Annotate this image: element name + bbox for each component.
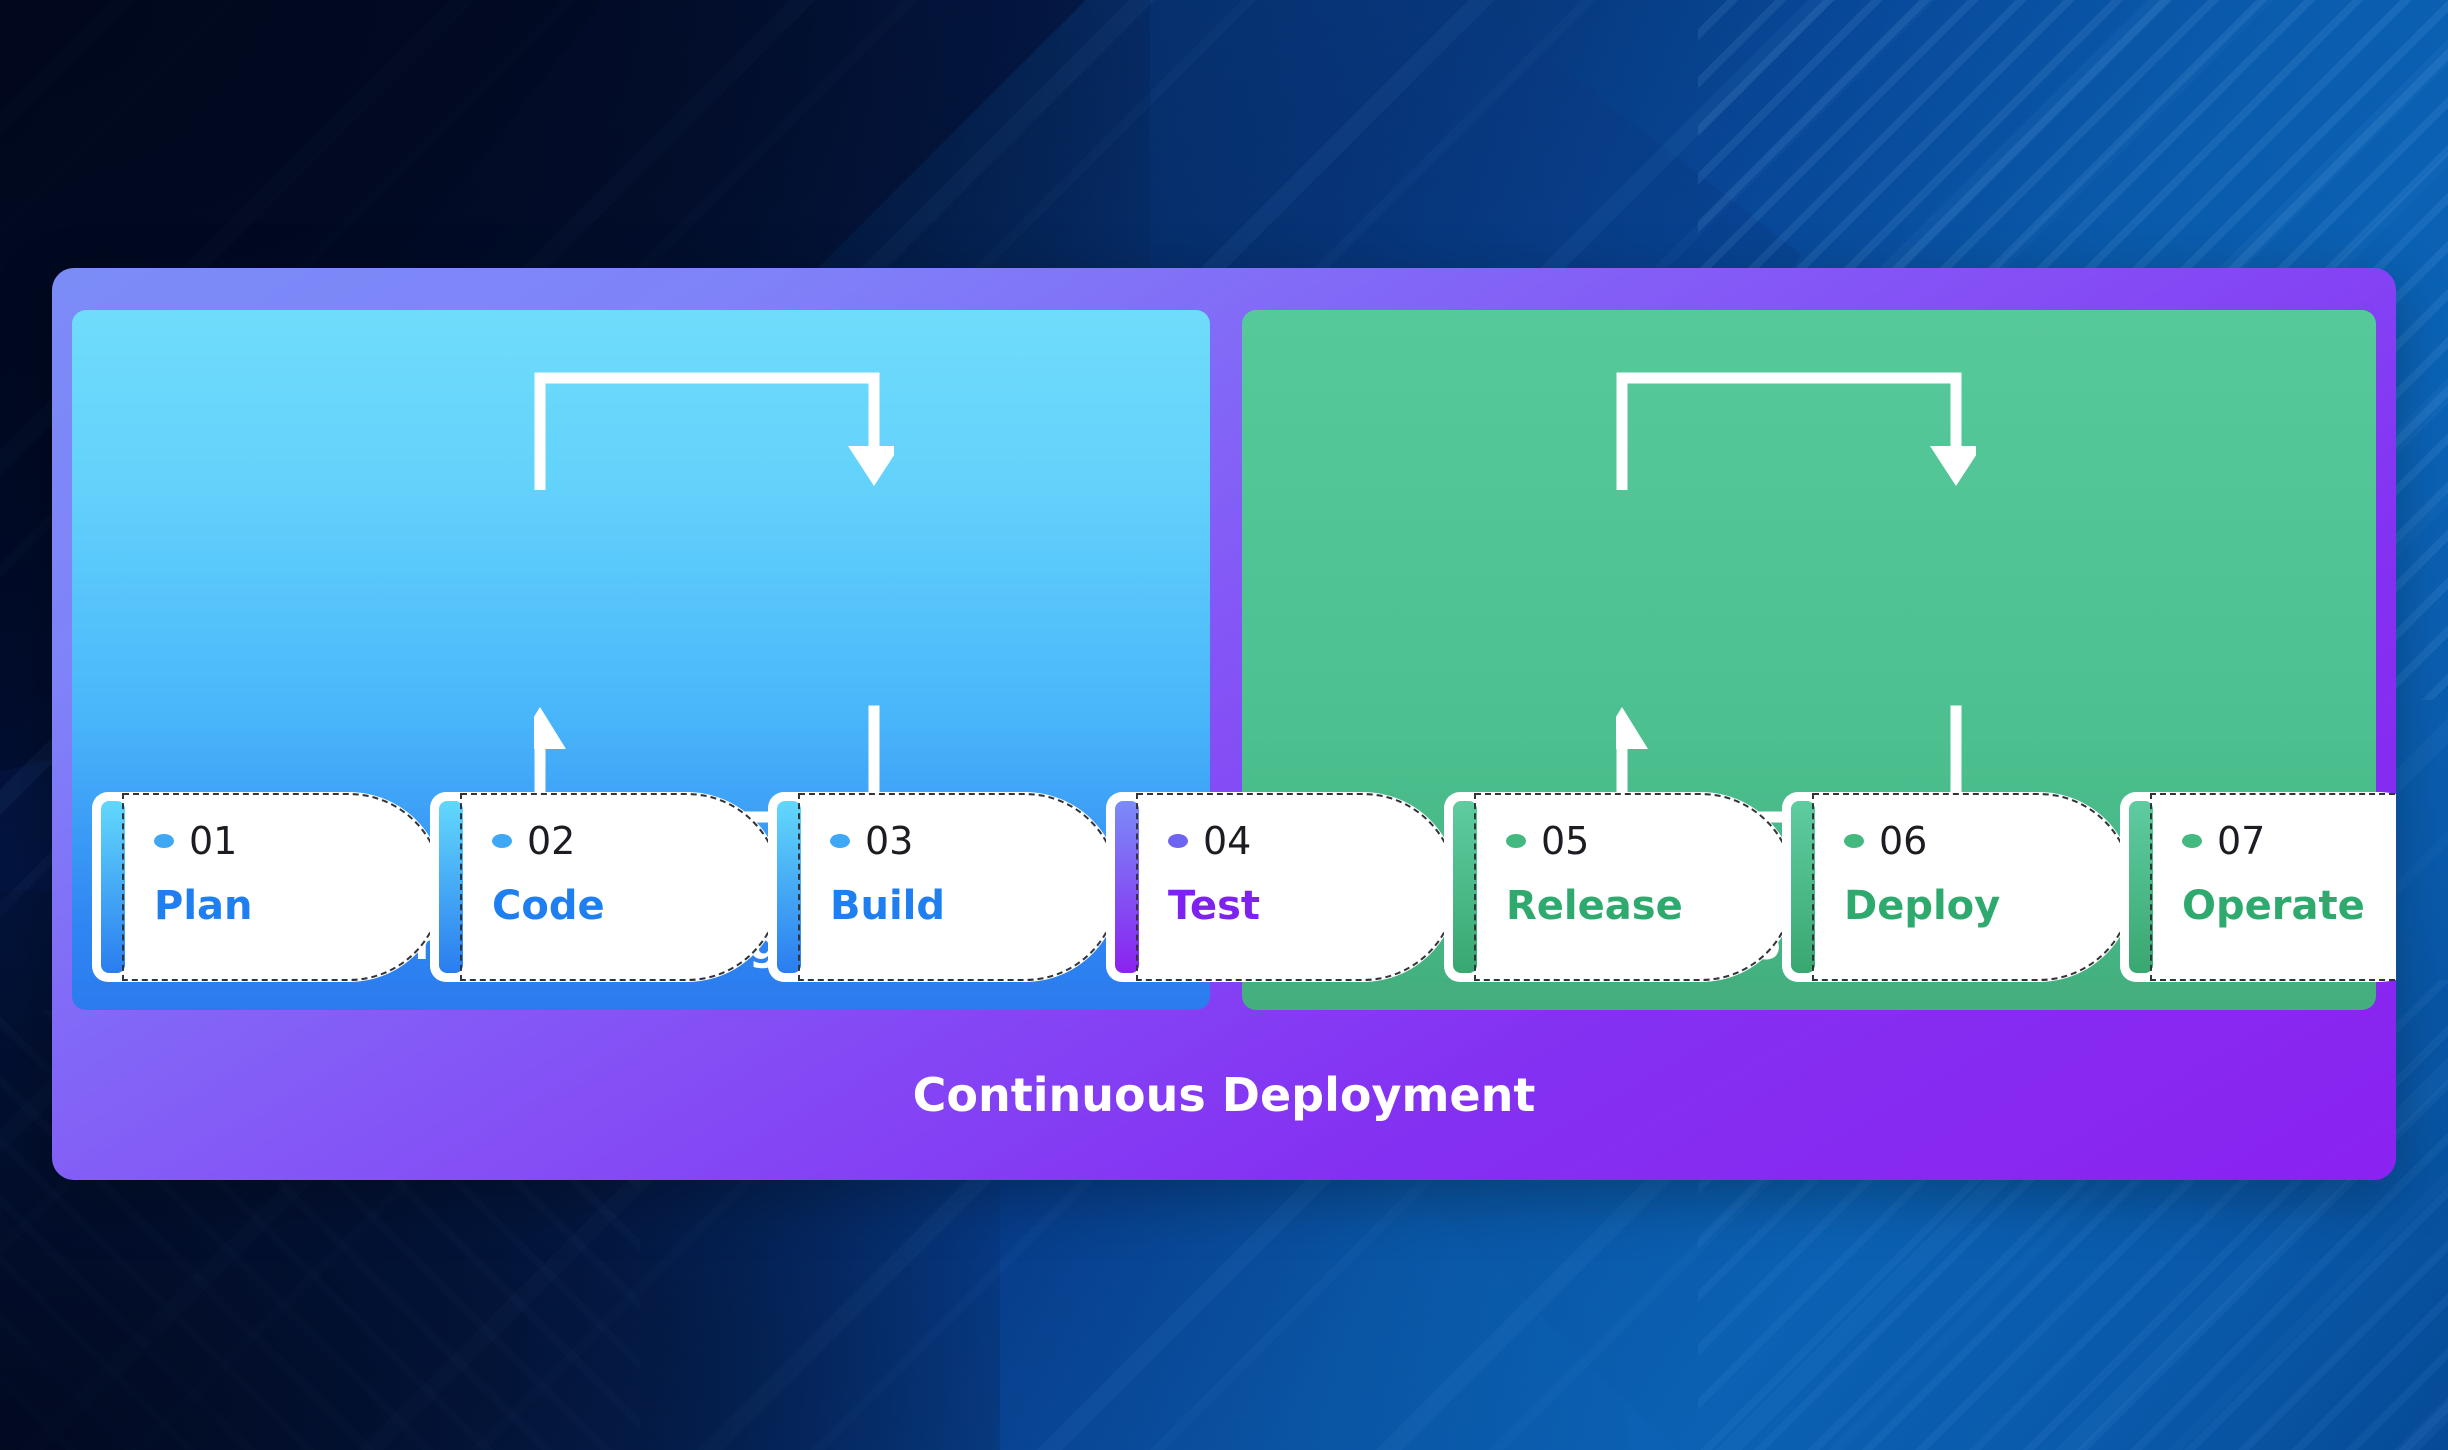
bullet-dot-icon xyxy=(830,834,850,848)
card-content: 02 Code xyxy=(492,822,605,926)
card-accent-bar xyxy=(777,801,801,973)
card-number: 02 xyxy=(527,819,576,863)
card-content: 06 Deploy xyxy=(1844,822,2000,926)
card-number: 03 xyxy=(865,819,914,863)
card-label: Plan xyxy=(154,883,253,929)
card-accent-bar xyxy=(2129,801,2153,973)
card-number-row: 03 xyxy=(830,822,945,860)
bullet-dot-icon xyxy=(492,834,512,848)
card-accent-bar xyxy=(1791,801,1815,973)
bullet-dot-icon xyxy=(1168,834,1188,848)
card-content: 01 Plan xyxy=(154,822,253,926)
bullet-dot-icon xyxy=(1506,834,1526,848)
card-number-row: 01 xyxy=(154,822,253,860)
card-accent-bar xyxy=(101,801,125,973)
stage-card-release[interactable]: 05 Release xyxy=(1444,792,1796,982)
cd-top-loop-arrow xyxy=(1616,372,1976,490)
card-number: 07 xyxy=(2217,819,2266,863)
bullet-dot-icon xyxy=(1844,834,1864,848)
card-number-row: 07 xyxy=(2182,822,2365,860)
continuous-deployment-container: Continuous Integration Continuous Delive… xyxy=(52,268,2396,1180)
card-point-shape xyxy=(292,792,444,982)
ci-top-loop-arrow xyxy=(534,372,894,490)
card-label: Test xyxy=(1168,883,1261,929)
stage-card-test[interactable]: 04 Test xyxy=(1106,792,1458,982)
card-label: Code xyxy=(492,883,605,929)
card-number-row: 06 xyxy=(1844,822,2000,860)
card-label: Release xyxy=(1506,883,1683,929)
card-point-shape xyxy=(1306,792,1458,982)
card-content: 04 Test xyxy=(1168,822,1260,926)
card-number: 05 xyxy=(1541,819,1590,863)
stage-card-plan[interactable]: 01 Plan xyxy=(92,792,444,982)
card-content: 07 Operate xyxy=(2182,822,2365,926)
card-content: 03 Build xyxy=(830,822,945,926)
card-number-row: 02 xyxy=(492,822,605,860)
card-point-shape xyxy=(1982,792,2134,982)
card-label: Build xyxy=(830,883,946,929)
card-label: Deploy xyxy=(1844,883,2001,929)
card-accent-bar xyxy=(439,801,463,973)
stage-card-operate[interactable]: 07 Operate xyxy=(2120,792,2396,982)
stage-card-code[interactable]: 02 Code xyxy=(430,792,782,982)
continuous-deployment-caption: Continuous Deployment xyxy=(912,1068,1536,1122)
stage-card-build[interactable]: 03 Build xyxy=(768,792,1120,982)
card-number-row: 04 xyxy=(1168,822,1260,860)
stage-card-deploy[interactable]: 06 Deploy xyxy=(1782,792,2134,982)
card-number: 01 xyxy=(189,819,238,863)
card-accent-bar xyxy=(1115,801,1139,973)
card-number-row: 05 xyxy=(1506,822,1683,860)
card-accent-bar xyxy=(1453,801,1477,973)
card-point-shape xyxy=(968,792,1120,982)
card-label: Operate xyxy=(2182,883,2365,929)
card-point-shape xyxy=(630,792,782,982)
bullet-dot-icon xyxy=(2182,834,2202,848)
card-number: 04 xyxy=(1203,819,1252,863)
card-number: 06 xyxy=(1879,819,1928,863)
bullet-dot-icon xyxy=(154,834,174,848)
diagram-canvas: Continuous Integration Continuous Delive… xyxy=(0,0,2448,1450)
card-content: 05 Release xyxy=(1506,822,1683,926)
